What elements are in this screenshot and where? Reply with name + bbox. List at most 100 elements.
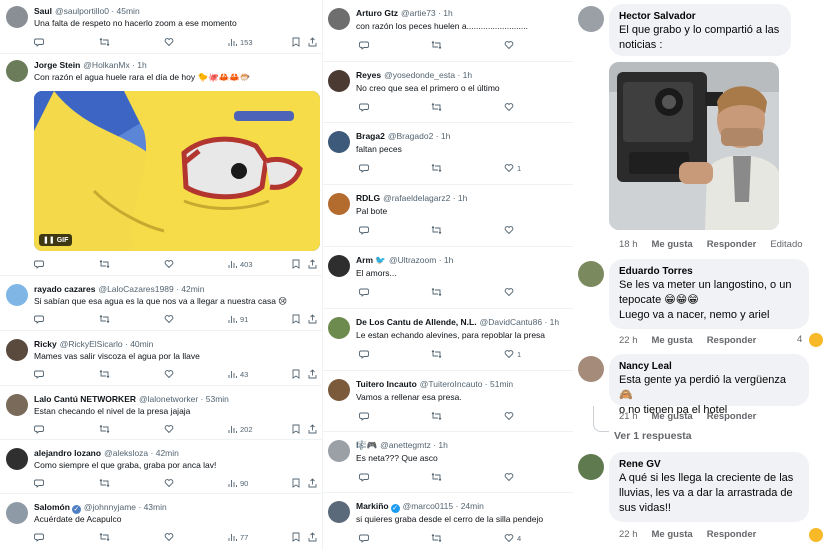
like-button[interactable]: 4 (501, 533, 521, 545)
like-button[interactable] (501, 40, 517, 52)
like-button[interactable] (164, 532, 174, 544)
avatar[interactable] (6, 6, 28, 28)
avatar[interactable] (578, 454, 604, 480)
tweet[interactable]: Tuitero Incauto @TuiteroIncauto · 51min Va… (322, 371, 573, 432)
retweet-button[interactable] (428, 349, 442, 361)
reply-button[interactable] (34, 37, 44, 49)
tweet[interactable]: Ricky @RickyElSicarlo · 40min Mames vas s… (0, 331, 322, 386)
reply-button[interactable] (356, 225, 369, 237)
tweet[interactable]: Lalo Cantú NETWORKER @lalonetworker · 53m… (0, 386, 322, 440)
like-link[interactable]: Me gusta (652, 529, 693, 540)
tweet-time[interactable]: 43min (144, 502, 167, 512)
reply-button[interactable] (34, 532, 44, 544)
tweet[interactable]: Reyes @yosedonde_esta · 1h No creo que sea… (322, 62, 573, 123)
views-button[interactable]: 77 (228, 532, 248, 544)
like-button[interactable] (501, 411, 517, 423)
author-name[interactable]: De Los Cantu de Allende, N.L. (356, 317, 477, 327)
reply-button[interactable] (34, 424, 44, 436)
share-button[interactable] (308, 37, 317, 49)
view-replies-link[interactable]: Ver 1 respuesta (614, 430, 692, 442)
reply-button[interactable] (356, 533, 369, 545)
retweet-button[interactable] (99, 424, 110, 436)
author-handle[interactable]: @yosedonde_esta (384, 70, 455, 80)
like-button[interactable] (164, 478, 174, 490)
author-handle[interactable]: @Ultrazoom (389, 255, 436, 265)
retweet-button[interactable] (99, 369, 110, 381)
tweet-time[interactable]: 1h (438, 440, 447, 450)
reply-button[interactable] (34, 369, 44, 381)
retweet-button[interactable] (428, 533, 442, 545)
like-button[interactable] (164, 369, 174, 381)
reply-button[interactable] (356, 40, 369, 52)
author-name[interactable]: alejandro lozano (34, 448, 101, 458)
author-name[interactable]: Arturo Gtz (356, 8, 398, 18)
author-handle[interactable]: @LaloCazares1989 (98, 284, 173, 294)
like-button[interactable] (501, 225, 517, 237)
reply-link[interactable]: Responder (707, 335, 757, 346)
reply-button[interactable] (356, 163, 369, 175)
comment-time[interactable]: 22 h (619, 335, 638, 346)
author-handle[interactable]: @DavidCantu86 (480, 317, 543, 327)
author-name[interactable]: 🎼🎮 (356, 440, 377, 450)
share-button[interactable] (308, 424, 317, 436)
avatar[interactable] (328, 317, 350, 339)
author-name[interactable]: Jorge Stein (34, 60, 80, 70)
commenter-name[interactable]: Nancy Leal (619, 360, 799, 373)
author-handle[interactable]: @anettegmtz (380, 440, 431, 450)
tweet-time[interactable]: 1h (137, 60, 146, 70)
retweet-button[interactable] (428, 411, 442, 423)
bookmark-button[interactable] (292, 314, 300, 326)
like-button[interactable] (164, 424, 174, 436)
reply-button[interactable] (356, 349, 369, 361)
retweet-button[interactable] (428, 163, 442, 175)
reply-button[interactable] (34, 259, 44, 271)
avatar[interactable] (6, 339, 28, 361)
author-name[interactable]: rayado cazares (34, 284, 95, 294)
comment-time[interactable]: 22 h (619, 529, 638, 540)
reply-button[interactable] (356, 287, 369, 299)
tweet-time[interactable]: 40min (130, 339, 153, 349)
avatar[interactable] (328, 131, 350, 153)
commenter-name[interactable]: Hector Salvador (619, 10, 781, 23)
bookmark-button[interactable] (292, 532, 300, 544)
tweet[interactable]: alejandro lozano @aleksloza · 42min Como … (0, 440, 322, 494)
like-link[interactable]: Me gusta (652, 411, 693, 422)
reply-button[interactable] (34, 314, 44, 326)
views-button[interactable]: 91 (228, 314, 248, 326)
retweet-button[interactable] (99, 259, 110, 271)
author-name[interactable]: Lalo Cantú NETWORKER (34, 394, 136, 404)
comment-photo[interactable] (609, 62, 779, 230)
like-link[interactable]: Me gusta (652, 239, 693, 250)
reply-link[interactable]: Responder (707, 239, 757, 250)
tweet[interactable]: Saul @saulportillo0 · 45min Una falta de … (0, 0, 322, 54)
retweet-button[interactable] (99, 532, 110, 544)
retweet-button[interactable] (428, 472, 442, 484)
tweet-time[interactable]: 1h (443, 8, 452, 18)
haha-reaction-icon[interactable] (809, 333, 823, 347)
tweet[interactable]: Arturo Gtz @artie73 · 1h con razón los pec… (322, 0, 573, 62)
tweet[interactable]: Jorge Stein @HolkanMx · 1h Con razón el a… (0, 54, 322, 276)
commenter-name[interactable]: Eduardo Torres (619, 265, 799, 278)
author-name[interactable]: RDLG (356, 193, 380, 203)
like-button[interactable]: 1 (501, 163, 521, 175)
like-button[interactable] (164, 314, 174, 326)
bookmark-button[interactable] (292, 424, 300, 436)
author-name[interactable]: Braga2 (356, 131, 385, 141)
tweet[interactable]: rayado cazares @LaloCazares1989 · 42min S… (0, 276, 322, 331)
avatar[interactable] (578, 6, 604, 32)
tweet-time[interactable]: 53min (206, 394, 229, 404)
author-handle[interactable]: @marco0115 (403, 501, 454, 511)
avatar[interactable] (328, 70, 350, 92)
share-button[interactable] (308, 259, 317, 271)
avatar[interactable] (6, 284, 28, 306)
tweet[interactable]: Markiño ✓ @marco0115 · 24min si quieres gra… (322, 493, 573, 550)
like-link[interactable]: Me gusta (652, 335, 693, 346)
like-button[interactable] (164, 259, 174, 271)
share-button[interactable] (308, 532, 317, 544)
retweet-button[interactable] (428, 102, 442, 114)
views-button[interactable]: 43 (228, 369, 248, 381)
retweet-button[interactable] (428, 287, 442, 299)
commenter-name[interactable]: Rene GV (619, 458, 799, 471)
reply-button[interactable] (356, 411, 369, 423)
tweet[interactable]: RDLG @rafaeldelagarz2 · 1h Pal bote (322, 185, 573, 247)
